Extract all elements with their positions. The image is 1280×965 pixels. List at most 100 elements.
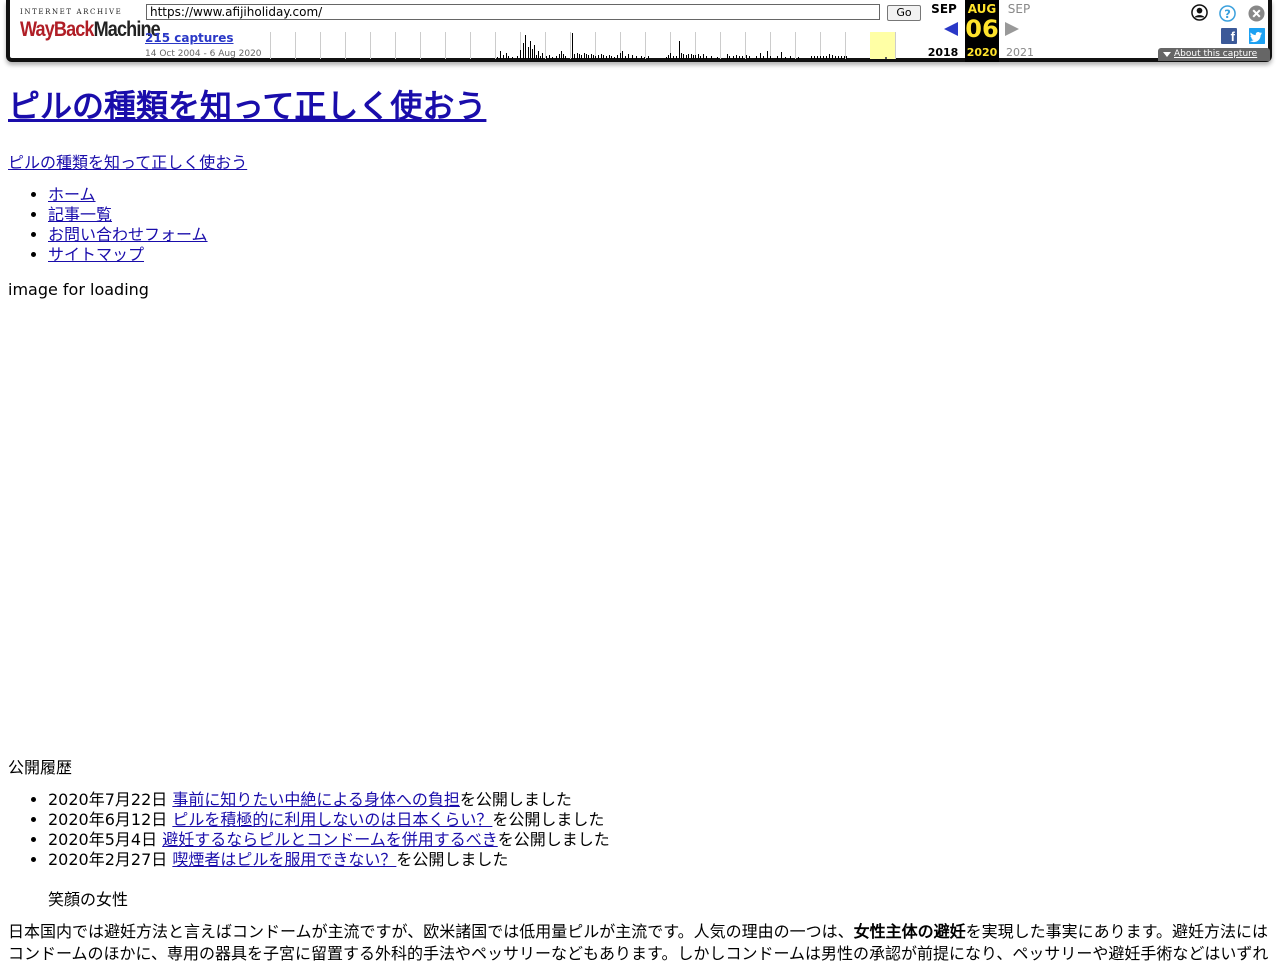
sparkline-bar [756, 56, 757, 59]
current-capture-date: AUG 06 2020 [965, 0, 999, 62]
user-account-icon[interactable] [1191, 4, 1208, 21]
site-title-link[interactable]: ピルの種類を知って正しく使おう [8, 87, 486, 125]
sparkline-year-slot[interactable] [345, 32, 370, 59]
sparkline-bar [625, 56, 626, 59]
captures-link[interactable]: 215 captures [145, 31, 234, 45]
list-item: 2020年7月22日 事前に知りたい中絶による身体への負担を公開しました [48, 790, 610, 810]
nav-link-articles[interactable]: 記事一覧 [48, 205, 112, 224]
sparkline-bar [574, 54, 575, 59]
sparkline-bar [520, 50, 521, 59]
sparkline-bar [691, 54, 692, 59]
sparkline-bar [538, 51, 539, 59]
history-link[interactable]: 喫煙者はピルを服用できない？ [172, 850, 396, 869]
help-icon[interactable]: ? [1219, 5, 1236, 22]
history-suffix: を公開しました [492, 810, 605, 829]
sparkline-year-slot[interactable] [770, 32, 795, 59]
capture-sparkline[interactable] [270, 32, 922, 59]
sparkline-bar [588, 55, 589, 59]
sparkline-bar [838, 56, 839, 59]
prev-year-label[interactable]: 2018 [924, 46, 962, 59]
sparkline-bar [767, 51, 768, 59]
sparkline-bar [540, 56, 541, 59]
sparkline-year-slot[interactable] [470, 32, 495, 59]
site-description-link[interactable]: ピルの種類を知って正しく使おう [8, 153, 247, 172]
sparkline-bar [686, 55, 687, 59]
url-input[interactable] [146, 4, 880, 20]
history-date: 2020年5月4日 [48, 830, 158, 849]
history-link[interactable]: 避妊するならピルとコンドームを併用するべき [162, 830, 498, 849]
sparkline-bar [749, 56, 750, 59]
sparkline-year-slot[interactable] [720, 32, 745, 59]
sparkline-bar [528, 47, 529, 59]
sparkline-bar [512, 57, 513, 59]
sparkline-bar [552, 57, 553, 59]
sparkline-bar [542, 53, 543, 59]
sparkline-bar [846, 56, 847, 59]
about-capture-toggle[interactable]: About this capture [1158, 48, 1270, 61]
sparkline-year-slot[interactable] [795, 32, 820, 59]
history-heading: 公開履歴 [8, 758, 73, 777]
sparkline-bar [820, 56, 821, 59]
sparkline-year-slot[interactable] [495, 32, 520, 59]
facebook-share-icon[interactable]: f [1221, 28, 1237, 44]
prev-month-label[interactable]: SEP [926, 2, 962, 16]
site-title: ピルの種類を知って正しく使おう [8, 84, 1272, 128]
go-button[interactable]: Go [887, 5, 921, 21]
sparkline-bar [777, 56, 778, 59]
sparkline-year-slot[interactable] [370, 32, 395, 59]
sparkline-bar [742, 56, 743, 59]
sparkline-year-slot[interactable] [420, 32, 445, 59]
sparkline-current-year-slot[interactable] [870, 32, 895, 59]
sparkline-bar [648, 56, 649, 59]
nav-link-home[interactable]: ホーム [48, 185, 96, 204]
sparkline-bar [497, 57, 498, 59]
next-capture-arrow-icon[interactable] [1005, 22, 1019, 36]
sparkline-bar [760, 53, 761, 59]
sparkline-bar [628, 54, 629, 59]
twitter-share-icon[interactable] [1249, 28, 1265, 44]
prev-capture-arrow-icon[interactable] [944, 22, 958, 36]
logo-wayback-text: WayBack [20, 18, 94, 41]
capture-range: 14 Oct 2004 - 6 Aug 2020 [145, 49, 262, 59]
sparkline-year-slot[interactable] [395, 32, 420, 59]
sparkline-year-slot[interactable] [645, 32, 670, 59]
list-item: 2020年2月27日 喫煙者はピルを服用できない？を公開しました [48, 850, 610, 870]
sparkline-bar [595, 56, 596, 59]
sparkline-bar [546, 56, 547, 59]
smiling-woman-image-alt: 笑顔の女性 [48, 890, 129, 909]
sparkline-bar [572, 33, 573, 59]
nav-item-sitemap: サイトマップ [48, 245, 208, 265]
logo-top-text: INTERNET ARCHIVE [20, 8, 123, 16]
nav-link-sitemap[interactable]: サイトマップ [48, 245, 144, 264]
sparkline-bar [785, 57, 786, 59]
sparkline-year-slot[interactable] [320, 32, 345, 59]
wayback-logo[interactable]: INTERNET ARCHIVE WayBack Machine [20, 8, 161, 52]
sparkline-bar [668, 55, 669, 59]
sparkline-bar [530, 41, 531, 59]
nav-link-contact[interactable]: お問い合わせフォーム [48, 225, 208, 244]
sparkline-bar [523, 43, 524, 59]
sparkline-bar [536, 55, 537, 59]
sparkline-bar [688, 54, 689, 59]
history-link[interactable]: ピルを積極的に利用しないのは日本くらい？ [172, 810, 492, 829]
current-year: 2020 [966, 46, 998, 59]
sparkline-bar [593, 55, 594, 59]
sparkline-bar [814, 56, 815, 59]
next-year-label: 2021 [1006, 46, 1034, 59]
close-icon[interactable] [1248, 5, 1265, 22]
sparkline-year-slot[interactable] [845, 32, 870, 59]
history-suffix: を公開しました [396, 850, 509, 869]
sparkline-bar [508, 56, 509, 59]
intro-text-bold: 女性主体の避妊 [853, 922, 966, 941]
sparkline-year-slot[interactable] [445, 32, 470, 59]
history-link[interactable]: 事前に知りたい中絶による身体への負担 [172, 790, 460, 809]
sparkline-bar [584, 53, 585, 59]
sparkline-year-slot[interactable] [895, 32, 920, 59]
sparkline-year-slot[interactable] [295, 32, 320, 59]
intro-paragraph: 日本国内では避妊方法と言えばコンドームが主流ですが、欧米諸国では低用量ピルが主流… [8, 921, 1272, 965]
sparkline-bar [798, 57, 799, 59]
sparkline-year-slot[interactable] [270, 32, 295, 59]
sparkline-bar [676, 56, 677, 59]
sparkline-bar [506, 53, 507, 59]
sparkline-bar [532, 49, 533, 59]
